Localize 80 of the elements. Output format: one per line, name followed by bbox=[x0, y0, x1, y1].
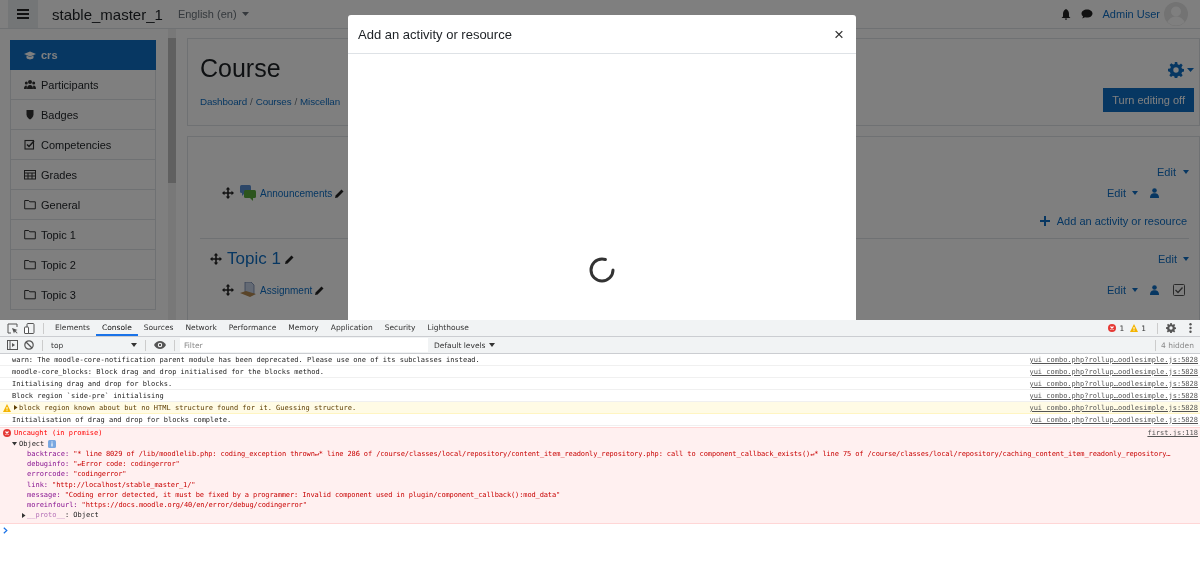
drawer-item[interactable]: Competencies bbox=[10, 130, 156, 160]
move-icon[interactable] bbox=[210, 253, 222, 265]
drawer-item[interactable]: crs bbox=[10, 40, 156, 70]
caret-icon bbox=[1187, 68, 1194, 72]
error-icon bbox=[1108, 324, 1117, 332]
drawer-item[interactable]: General bbox=[10, 190, 156, 220]
clear-console-icon[interactable] bbox=[24, 340, 34, 350]
bell-icon[interactable] bbox=[1060, 8, 1071, 20]
plus-icon bbox=[1039, 216, 1050, 226]
site-name[interactable]: stable_master_1 bbox=[52, 5, 163, 23]
person-icon[interactable] bbox=[1150, 285, 1159, 295]
device-icon[interactable] bbox=[24, 322, 35, 334]
expand-triangle-icon[interactable] bbox=[12, 441, 17, 446]
section-title[interactable]: Topic 1 bbox=[227, 249, 281, 269]
activity-link[interactable]: Announcements bbox=[260, 187, 333, 199]
edit-menu[interactable]: Edit bbox=[1107, 187, 1126, 199]
folder-icon bbox=[24, 259, 36, 270]
folder-icon bbox=[24, 289, 36, 300]
sidebar-toggle-icon[interactable] bbox=[7, 340, 18, 350]
edit-menu[interactable]: Edit bbox=[1157, 166, 1176, 178]
warning-icon bbox=[3, 403, 11, 412]
pencil-icon[interactable] bbox=[315, 285, 325, 295]
edit-menu[interactable]: Edit bbox=[1107, 284, 1126, 296]
drawer-item[interactable]: Participants bbox=[10, 70, 156, 100]
breadcrumb-link[interactable]: Dashboard bbox=[200, 96, 248, 107]
more-options-icon[interactable] bbox=[1189, 323, 1192, 333]
settings-icon[interactable] bbox=[1166, 323, 1176, 333]
caret-icon bbox=[131, 343, 137, 347]
expand-triangle-icon[interactable] bbox=[13, 405, 18, 410]
move-icon[interactable] bbox=[222, 284, 234, 296]
warning-icon bbox=[1130, 324, 1139, 332]
caret-icon bbox=[1132, 191, 1138, 195]
drawer-item[interactable]: Topic 3 bbox=[10, 280, 156, 310]
menu-icon bbox=[17, 9, 29, 19]
expand-triangle-icon[interactable] bbox=[21, 512, 26, 518]
modal-title: Add an activity or resource bbox=[358, 26, 512, 42]
menu-button[interactable] bbox=[8, 0, 38, 28]
caret-icon bbox=[1132, 288, 1138, 292]
users-icon bbox=[24, 79, 36, 90]
caret-icon bbox=[488, 343, 495, 347]
caret-icon bbox=[1183, 170, 1189, 174]
shield-icon bbox=[24, 109, 36, 120]
folder-icon bbox=[24, 229, 36, 240]
speech-bubbles-icon bbox=[240, 185, 256, 201]
table-icon bbox=[24, 169, 36, 180]
turn-editing-off-button[interactable]: Turn editing off bbox=[1103, 88, 1194, 112]
activity-link[interactable]: Assignment bbox=[260, 284, 313, 296]
inspect-icon[interactable] bbox=[7, 322, 18, 334]
move-icon[interactable] bbox=[222, 187, 234, 199]
checkbox-icon bbox=[24, 139, 36, 150]
eye-icon[interactable] bbox=[154, 341, 166, 349]
drawer-item[interactable]: Topic 1 bbox=[10, 220, 156, 250]
settings-icon[interactable] bbox=[1168, 62, 1184, 78]
edit-menu[interactable]: Edit bbox=[1158, 253, 1177, 265]
breadcrumb-separator: / bbox=[294, 96, 298, 107]
document-icon bbox=[240, 282, 256, 298]
breadcrumb-link[interactable]: Miscellan bbox=[300, 96, 340, 107]
person-icon[interactable] bbox=[1150, 188, 1159, 198]
add-activity-link[interactable]: Add an activity or resource bbox=[1056, 215, 1187, 227]
page-title: Course bbox=[200, 54, 282, 83]
info-icon bbox=[48, 439, 57, 448]
close-button[interactable]: × bbox=[832, 25, 846, 43]
graduation-cap-icon bbox=[24, 49, 36, 61]
completion-checkbox[interactable] bbox=[1173, 284, 1185, 296]
folder-icon bbox=[24, 199, 36, 210]
user-name[interactable]: Admin User bbox=[1102, 8, 1160, 20]
pencil-icon[interactable] bbox=[335, 188, 345, 198]
drawer-item[interactable]: Badges bbox=[10, 100, 156, 130]
caret-icon bbox=[241, 12, 249, 16]
caret-icon bbox=[1183, 257, 1189, 261]
scrollbar[interactable] bbox=[168, 29, 176, 320]
breadcrumb-separator: / bbox=[250, 96, 253, 107]
drawer-item[interactable]: Grades bbox=[10, 160, 156, 190]
error-icon bbox=[3, 429, 11, 438]
breadcrumb-link[interactable]: Courses bbox=[255, 96, 292, 107]
language-menu[interactable]: English (en) bbox=[177, 8, 237, 20]
drawer-item[interactable]: Topic 2 bbox=[10, 250, 156, 280]
pencil-icon[interactable] bbox=[284, 254, 294, 264]
prompt-chevron-icon bbox=[3, 526, 8, 534]
chat-icon[interactable] bbox=[1080, 9, 1093, 19]
